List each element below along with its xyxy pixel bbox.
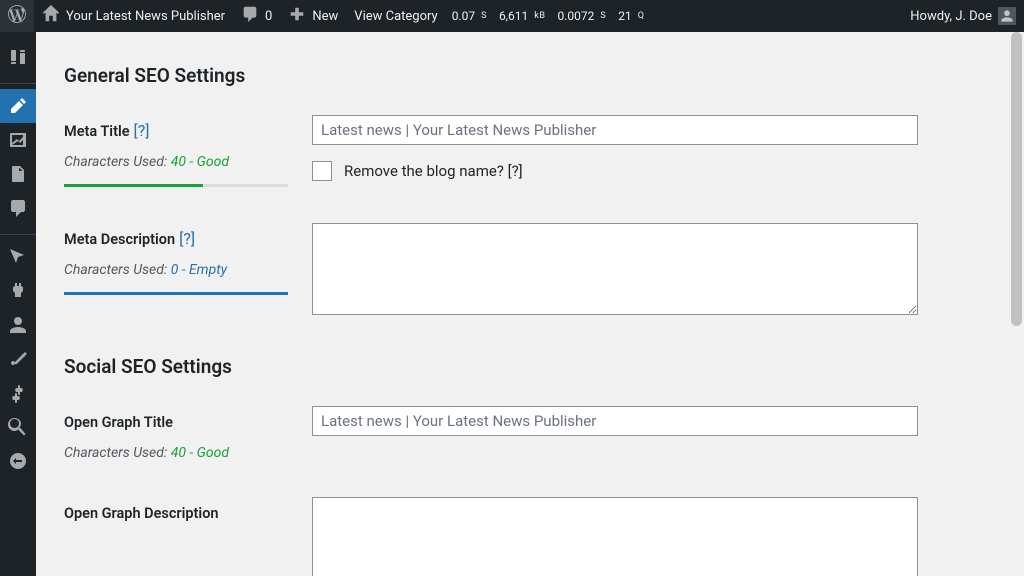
meta-title-row: Meta Title [?] Characters Used: 40 - Goo… bbox=[64, 115, 996, 187]
scrollbar-track[interactable] bbox=[1009, 32, 1024, 576]
plus-icon bbox=[288, 5, 306, 27]
og-title-label: Open Graph Title bbox=[64, 414, 173, 431]
sidebar-item-media[interactable] bbox=[0, 123, 36, 157]
site-name-label: Your Latest News Publisher bbox=[66, 9, 225, 24]
sidebar-item-dashboard[interactable] bbox=[0, 40, 36, 74]
sidebar-item-search[interactable] bbox=[0, 410, 36, 444]
social-seo-heading: Social SEO Settings bbox=[64, 355, 996, 378]
remove-blog-name-label: Remove the blog name? [?] bbox=[344, 162, 523, 180]
sidebar-item-users[interactable] bbox=[0, 308, 36, 342]
meta-title-input[interactable] bbox=[312, 115, 918, 145]
scrollbar-thumb[interactable] bbox=[1011, 32, 1022, 326]
sidebar-item-pages[interactable] bbox=[0, 157, 36, 191]
og-title-counter: Characters Used: 40 - Good bbox=[64, 445, 312, 461]
home-icon bbox=[42, 5, 60, 27]
site-name-menu[interactable]: Your Latest News Publisher bbox=[34, 0, 233, 32]
view-category-link[interactable]: View Category bbox=[346, 0, 445, 32]
sidebar-item-posts[interactable] bbox=[0, 89, 36, 123]
new-label: New bbox=[312, 9, 338, 24]
og-description-input[interactable] bbox=[312, 497, 918, 576]
og-description-row: Open Graph Description bbox=[64, 497, 996, 576]
meta-description-label: Meta Description bbox=[64, 231, 175, 248]
meta-title-progress bbox=[64, 184, 288, 187]
meta-description-counter: Characters Used: 0 - Empty bbox=[64, 262, 312, 278]
user-avatar bbox=[998, 7, 1016, 25]
wordpress-icon bbox=[8, 5, 26, 27]
my-account-menu[interactable]: Howdy, J. Doe bbox=[902, 0, 1024, 32]
sidebar-separator bbox=[0, 230, 36, 235]
admin-sidebar bbox=[0, 32, 36, 576]
meta-title-counter: Characters Used: 40 - Good bbox=[64, 154, 312, 170]
meta-description-help[interactable]: [?] bbox=[179, 229, 195, 248]
comment-icon bbox=[241, 5, 259, 27]
meta-title-label: Meta Title bbox=[64, 123, 130, 140]
debug-memory[interactable]: 6,611kB bbox=[493, 0, 552, 32]
main-content: General SEO Settings Meta Title [?] Char… bbox=[36, 32, 1024, 576]
howdy-label: Howdy, J. Doe bbox=[910, 9, 992, 24]
sidebar-separator bbox=[0, 79, 36, 84]
sidebar-item-comments[interactable] bbox=[0, 191, 36, 225]
debug-time-1[interactable]: 0.07S bbox=[446, 0, 493, 32]
admin-toolbar: Your Latest News Publisher 0 New View Ca… bbox=[0, 0, 1024, 32]
meta-description-row: Meta Description [?] Characters Used: 0 … bbox=[64, 223, 996, 319]
debug-queries[interactable]: 21Q bbox=[612, 0, 650, 32]
remove-blog-name-checkbox[interactable] bbox=[312, 161, 332, 181]
og-title-input[interactable] bbox=[312, 406, 918, 436]
wp-logo-menu[interactable] bbox=[0, 0, 34, 32]
og-title-row: Open Graph Title Characters Used: 40 - G… bbox=[64, 406, 996, 461]
meta-description-progress bbox=[64, 292, 288, 295]
comments-menu[interactable]: 0 bbox=[233, 0, 280, 32]
meta-description-input[interactable] bbox=[312, 223, 918, 315]
remove-blog-name-row: Remove the blog name? [?] bbox=[312, 161, 918, 181]
sidebar-item-settings[interactable] bbox=[0, 376, 36, 410]
sidebar-item-collapse[interactable] bbox=[0, 444, 36, 478]
sidebar-item-plugins[interactable] bbox=[0, 274, 36, 308]
general-seo-heading: General SEO Settings bbox=[64, 64, 996, 87]
new-content-menu[interactable]: New bbox=[280, 0, 346, 32]
comment-count: 0 bbox=[265, 9, 272, 24]
debug-time-2[interactable]: 0.0072S bbox=[551, 0, 612, 32]
sidebar-item-tools[interactable] bbox=[0, 342, 36, 376]
sidebar-item-appearance[interactable] bbox=[0, 240, 36, 274]
meta-title-help[interactable]: [?] bbox=[134, 121, 150, 140]
og-description-label: Open Graph Description bbox=[64, 505, 219, 522]
